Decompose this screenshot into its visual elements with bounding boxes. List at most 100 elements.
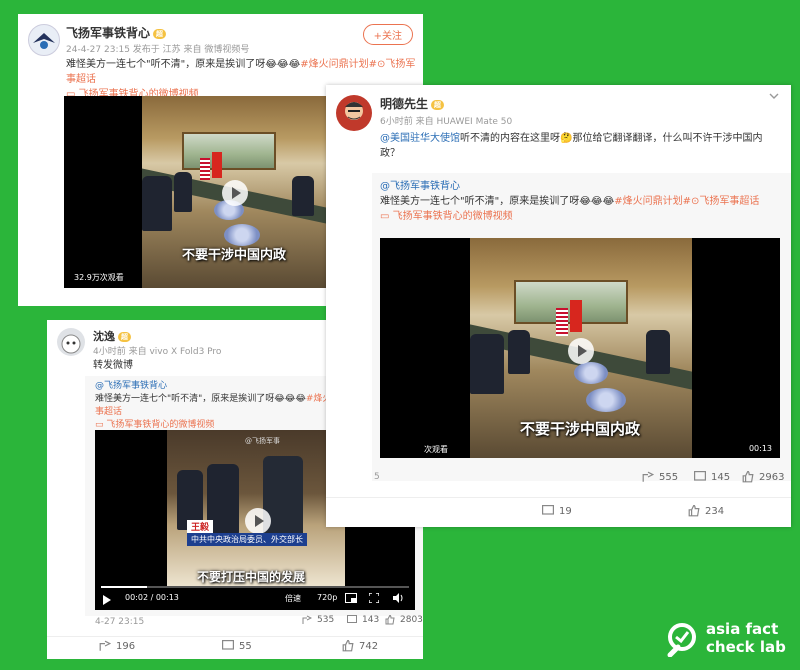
repost-comment-action[interactable]: 145 [694, 471, 730, 483]
post-meta: 24-4-27 23:15 发布于 江苏 来自 微博视频号 [66, 45, 250, 55]
title-caption: 中共中央政治局委员、外交部长 [187, 533, 307, 546]
thumb-up-icon [742, 471, 754, 483]
china-flag [570, 300, 582, 332]
quality-button[interactable]: 720p [317, 593, 337, 602]
person [292, 176, 314, 216]
play-button[interactable] [103, 595, 111, 605]
time-display: 00:02 / 00:13 [125, 593, 179, 602]
volume-icon[interactable] [393, 593, 404, 603]
us-flag [556, 308, 568, 336]
video-player[interactable]: 不要干涉中国内政 次观看 00:13 [380, 238, 780, 458]
comment-action[interactable]: 55 [222, 640, 252, 652]
forward-action[interactable]: 196 [99, 640, 135, 652]
author-name[interactable]: 飞扬军事铁背心超 [66, 24, 167, 41]
person [508, 330, 530, 374]
divider [326, 497, 791, 498]
watermark: @飞扬军事 [245, 437, 280, 445]
post-meta: 6小时前 来自 HUAWEI Mate 50 [380, 117, 513, 127]
like-action[interactable]: 234 [688, 505, 724, 517]
fullscreen-icon[interactable] [369, 593, 379, 603]
cartoon-avatar-icon [61, 334, 81, 354]
video-frame: @飞扬军事 王毅 中共中央政治局委员、外交部长 不要打压中国的发展 [167, 430, 345, 588]
chevron-down-icon[interactable] [769, 93, 779, 99]
thumb-up-icon [342, 640, 354, 652]
author-name[interactable]: 明德先生超 [380, 95, 445, 112]
repost-like-action[interactable]: 2803 [385, 615, 423, 625]
mention-link[interactable]: @美国驻华大使馆 [380, 133, 460, 144]
post-actions: 19 234 [326, 505, 791, 521]
view-count: 32.9万次观看 [74, 273, 124, 282]
repost-like-action[interactable]: 2963 [742, 471, 784, 483]
brand-line-1: asia fact [706, 620, 779, 638]
comment-icon [347, 615, 357, 623]
repost-actions: 535 143 2803 [47, 615, 423, 629]
flowers [224, 224, 260, 246]
video-subtitle: 不要干涉中国内政 [182, 248, 287, 263]
comment-icon [542, 505, 554, 515]
follow-button[interactable]: +关注 [362, 24, 413, 45]
level-badge: 超 [431, 99, 445, 110]
video-frame: 不要干涉中国内政 [470, 238, 692, 458]
video-link[interactable]: ▭ 飞扬军事铁背心的微博视频 [380, 211, 513, 222]
level-badge: 超 [118, 332, 131, 342]
progress-fill [101, 586, 148, 588]
divider [47, 636, 423, 637]
repost-actions: 5 555 145 2963 [372, 471, 791, 487]
share-icon [642, 471, 654, 482]
repost-comment-action[interactable]: 143 [347, 615, 379, 625]
repost-author[interactable]: @飞扬军事铁背心 [380, 181, 460, 192]
repost-author[interactable]: @飞扬军事铁背心 [95, 381, 167, 391]
avatar[interactable] [57, 328, 85, 356]
speed-button[interactable]: 倍速 [285, 593, 301, 604]
author-name[interactable]: 沈逸超 [93, 328, 131, 344]
avatar[interactable] [336, 95, 372, 131]
comment-icon [694, 471, 706, 481]
pip-icon[interactable] [345, 593, 357, 603]
avatar[interactable] [28, 24, 60, 56]
thumb-up-icon [385, 615, 395, 625]
level-badge: 超 [153, 28, 167, 39]
magnifier-logo-icon [667, 623, 696, 657]
post-meta: 4小时前 来自 vivo X Fold3 Pro [93, 347, 222, 357]
play-icon[interactable] [222, 180, 248, 206]
play-icon[interactable] [568, 338, 594, 364]
flowers [574, 362, 608, 384]
repost-forward-action[interactable]: 535 [302, 615, 334, 625]
video-player[interactable]: 不要干涉中国内政 32.9万次观看 [64, 96, 326, 288]
like-action[interactable]: 742 [342, 640, 378, 652]
share-icon [99, 640, 111, 651]
flowers [586, 388, 626, 412]
video-subtitle: 不要打压中国的发展 [197, 570, 306, 584]
brand-logo: asia fact check lab [664, 617, 794, 661]
landscape-painting [182, 132, 276, 170]
video-duration: 00:13 [748, 444, 772, 453]
post-card-2: 明德先生超 6小时前 来自 HUAWEI Mate 50 @美国驻华大使馆听不清… [326, 85, 791, 527]
china-flag [212, 152, 222, 178]
repost-text: @飞扬军事铁背心 难怪美方一连七个"听不清"，原来是挨训了呀😂😂😂#烽火问鼎计划… [380, 181, 760, 222]
super-topic-link[interactable]: ⊙飞扬军事超话 [691, 196, 759, 207]
comment-action[interactable]: 19 [542, 505, 572, 517]
person [470, 334, 504, 394]
video-frame: 不要干涉中国内政 [142, 96, 326, 288]
progress-track[interactable] [101, 586, 409, 588]
person [646, 330, 670, 374]
post-text: @美国驻华大使馆听不清的内容在这里呀🤔那位给它翻译翻译，什么叫不许干涉中国内政？ [380, 133, 763, 159]
video-link[interactable]: ▭ 飞扬军事铁背心的微博视频 [95, 420, 214, 430]
play-icon[interactable] [245, 508, 271, 534]
video-controls: 00:02 / 00:13 倍速 720p [95, 584, 415, 610]
cartoon-man-avatar-icon [345, 102, 363, 120]
hashtag[interactable]: #烽火问鼎计划# [614, 196, 691, 207]
view-count: 次观看 [424, 445, 448, 454]
repost-forward-action[interactable]: 555 [642, 471, 678, 483]
us-flag [200, 158, 210, 180]
person [142, 176, 172, 231]
name-caption: 王毅 [187, 520, 214, 533]
share-icon [302, 615, 312, 624]
repost-count-partial: 5 [374, 472, 380, 482]
post-text: 转发微博 [93, 360, 133, 371]
person [174, 172, 192, 212]
post-actions: 196 55 742 [47, 640, 423, 656]
hashtag[interactable]: #烽火问鼎计划# [300, 59, 377, 70]
thumb-up-icon [688, 505, 700, 517]
brand-line-2: check lab [706, 638, 786, 656]
